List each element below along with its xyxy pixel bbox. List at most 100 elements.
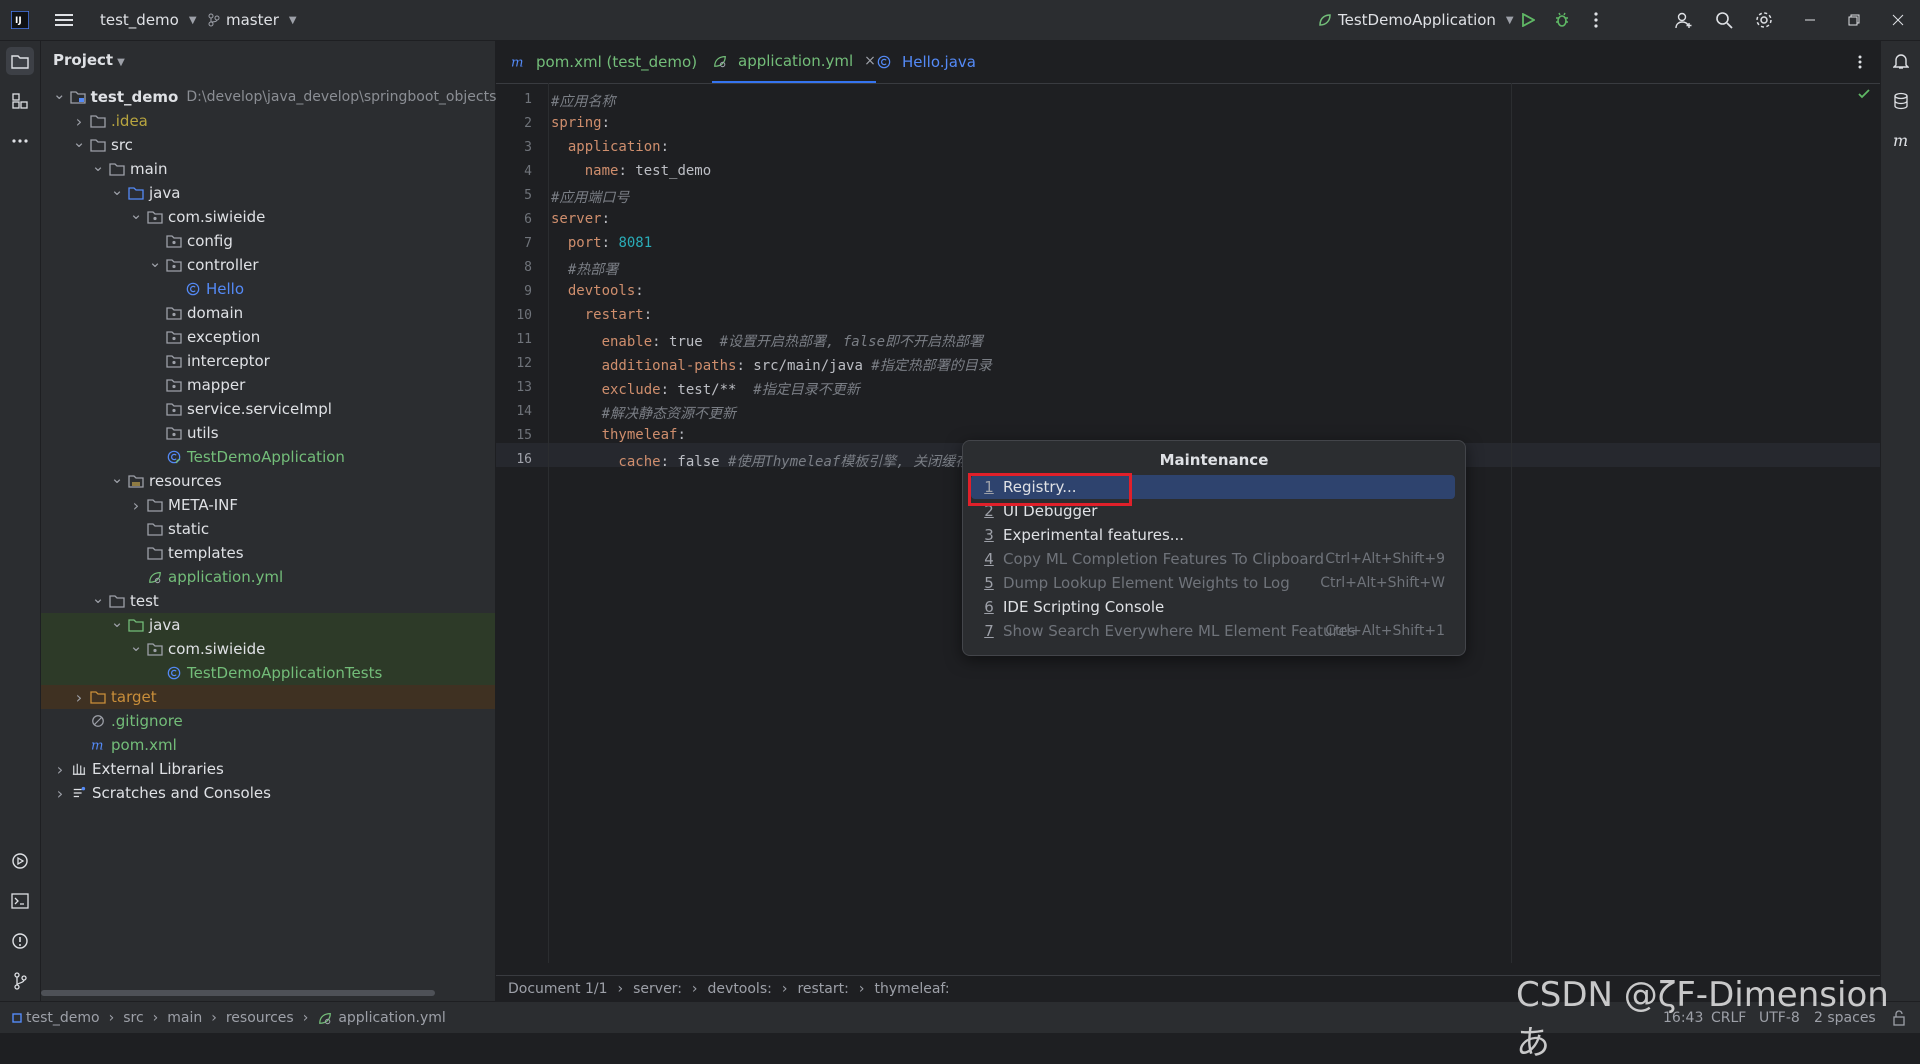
branch-switcher[interactable]: master ▼ xyxy=(208,0,297,40)
terminal-tool-icon[interactable] xyxy=(6,887,34,915)
project-panel-title[interactable]: Project ▼ xyxy=(53,51,125,69)
more-tools-icon[interactable] xyxy=(6,127,34,155)
chevron-down-icon[interactable]: ⌄ xyxy=(129,205,143,223)
status-path-item[interactable]: resources xyxy=(226,1010,294,1026)
breadcrumb-item[interactable]: devtools: xyxy=(708,981,772,997)
debug-icon[interactable] xyxy=(1550,8,1574,32)
tree-item[interactable]: TestDemoApplication xyxy=(41,445,495,469)
tree-item[interactable]: m pom.xml xyxy=(41,733,495,757)
tree-item[interactable]: ⌄ test xyxy=(41,589,495,613)
tree-item[interactable]: service.serviceImpl xyxy=(41,397,495,421)
chevron-right-icon[interactable]: › xyxy=(53,760,67,779)
tree-item[interactable]: ⌄ resources xyxy=(41,469,495,493)
database-icon[interactable] xyxy=(1887,87,1915,115)
code-line[interactable]: enable: true #设置开启热部署, false即不开启热部署 xyxy=(551,331,983,351)
tree-item[interactable]: ⌄ java xyxy=(41,181,495,205)
code-line[interactable]: #应用名称 xyxy=(551,91,615,111)
code-line[interactable]: exclude: test/** #指定目录不更新 xyxy=(551,379,860,399)
chevron-right-icon[interactable]: › xyxy=(53,784,67,803)
chevron-down-icon[interactable]: ⌄ xyxy=(110,613,124,631)
tree-item[interactable]: exception xyxy=(41,325,495,349)
search-icon[interactable] xyxy=(1712,8,1736,32)
status-path-item[interactable]: test_demo xyxy=(26,1010,100,1026)
tree-item[interactable]: ⌄ test_demo D:\develop\java_develop\spring… xyxy=(41,85,515,109)
tab-options-icon[interactable] xyxy=(1848,50,1872,74)
tree-item[interactable]: ⌄ com.siwieide xyxy=(41,637,495,661)
breadcrumb-item[interactable]: restart: xyxy=(797,981,848,997)
tree-item[interactable]: domain xyxy=(41,301,495,325)
run-config-selector[interactable]: TestDemoApplication ▼ xyxy=(1318,0,1514,40)
project-horizontal-scrollbar[interactable] xyxy=(41,990,435,996)
tree-item[interactable]: ⌄ com.siwieide xyxy=(41,205,495,229)
tree-item[interactable]: templates xyxy=(41,541,495,565)
tree-item[interactable]: ⌄ main xyxy=(41,157,495,181)
status-path-item[interactable]: src xyxy=(123,1010,143,1026)
tab-application-yml[interactable]: application.yml × xyxy=(712,41,876,83)
chevron-down-icon[interactable]: ⌄ xyxy=(148,253,162,271)
code-line[interactable]: name: test_demo xyxy=(551,163,711,179)
tree-item[interactable]: › .idea xyxy=(41,109,495,133)
code-line[interactable]: application: xyxy=(551,139,669,155)
notifications-icon[interactable] xyxy=(1887,47,1915,75)
structure-tool-icon[interactable] xyxy=(6,87,34,115)
code-line[interactable]: port: 8081 xyxy=(551,235,652,251)
tree-item[interactable]: › Scratches and Consoles xyxy=(41,781,495,805)
code-line[interactable]: thymeleaf: xyxy=(551,427,686,443)
maintenance-menu-item[interactable]: 3 Experimental features... xyxy=(971,523,1455,547)
add-user-icon[interactable] xyxy=(1672,8,1696,32)
tree-item[interactable]: application.yml xyxy=(41,565,495,589)
breadcrumb-item[interactable]: thymeleaf: xyxy=(874,981,949,997)
maintenance-menu-item[interactable]: 6 IDE Scripting Console xyxy=(971,595,1455,619)
chevron-down-icon[interactable]: ⌄ xyxy=(110,181,124,199)
project-tool-icon[interactable] xyxy=(6,47,34,75)
tree-item[interactable]: › META-INF xyxy=(41,493,495,517)
tree-item[interactable]: ⌄ java xyxy=(41,613,495,637)
gear-icon[interactable] xyxy=(1752,8,1776,32)
tree-item[interactable]: .gitignore xyxy=(41,709,495,733)
breadcrumb-item[interactable]: Document 1/1 xyxy=(508,981,608,997)
tree-item[interactable]: ⌄ src xyxy=(41,133,495,157)
more-actions-icon[interactable] xyxy=(1584,8,1608,32)
maven-tool-icon[interactable]: m xyxy=(1887,127,1915,155)
main-menu-icon[interactable] xyxy=(52,8,76,32)
chevron-right-icon[interactable]: › xyxy=(129,496,143,515)
code-line[interactable]: server: xyxy=(551,211,610,227)
tree-item[interactable]: Hello xyxy=(41,277,495,301)
git-tool-icon[interactable] xyxy=(6,967,34,995)
tree-item[interactable]: mapper xyxy=(41,373,495,397)
chevron-down-icon[interactable]: ⌄ xyxy=(129,637,143,655)
tree-item[interactable]: interceptor xyxy=(41,349,495,373)
code-line[interactable]: devtools: xyxy=(551,283,644,299)
chevron-down-icon[interactable]: ⌄ xyxy=(72,133,86,151)
tree-item[interactable]: config xyxy=(41,229,495,253)
tree-item[interactable]: utils xyxy=(41,421,495,445)
tree-item[interactable]: › target xyxy=(41,685,495,709)
chevron-down-icon[interactable]: ⌄ xyxy=(91,157,105,175)
chevron-down-icon[interactable]: ⌄ xyxy=(91,589,105,607)
chevron-right-icon[interactable]: › xyxy=(72,112,86,131)
minimize-icon[interactable] xyxy=(1798,8,1822,32)
chevron-down-icon[interactable]: ⌄ xyxy=(110,469,124,487)
run-icon[interactable] xyxy=(1516,8,1540,32)
tree-item[interactable]: ⌄ controller xyxy=(41,253,495,277)
status-path-item[interactable]: application.yml xyxy=(338,1010,446,1026)
tree-item[interactable]: static xyxy=(41,517,495,541)
restore-icon[interactable] xyxy=(1842,8,1866,32)
code-line[interactable]: #应用端口号 xyxy=(551,187,629,207)
chevron-right-icon[interactable]: › xyxy=(72,688,86,707)
code-line[interactable]: restart: xyxy=(551,307,652,323)
problems-tool-icon[interactable] xyxy=(6,927,34,955)
code-line[interactable]: additional-paths: src/main/java #指定热部署的目… xyxy=(551,355,992,375)
code-line[interactable]: cache: false #使用Thymeleaf模板引擎, 关闭缓存 xyxy=(551,451,969,471)
project-switcher[interactable]: test_demo ▼ xyxy=(100,0,197,40)
breadcrumb-item[interactable]: server: xyxy=(633,981,682,997)
chevron-down-icon[interactable]: ⌄ xyxy=(53,85,66,103)
status-path-item[interactable]: main xyxy=(167,1010,202,1026)
code-line[interactable]: #热部署 xyxy=(551,259,618,279)
tree-item[interactable]: TestDemoApplicationTests xyxy=(41,661,495,685)
code-line[interactable]: spring: xyxy=(551,115,610,131)
tab-pom-xml-test-demo[interactable]: m pom.xml (test_demo) xyxy=(510,41,697,83)
close-tab-icon[interactable]: × xyxy=(864,53,876,69)
code-line[interactable]: #解决静态资源不更新 xyxy=(551,403,736,423)
tab-hello-java[interactable]: Hello.java xyxy=(876,41,976,83)
